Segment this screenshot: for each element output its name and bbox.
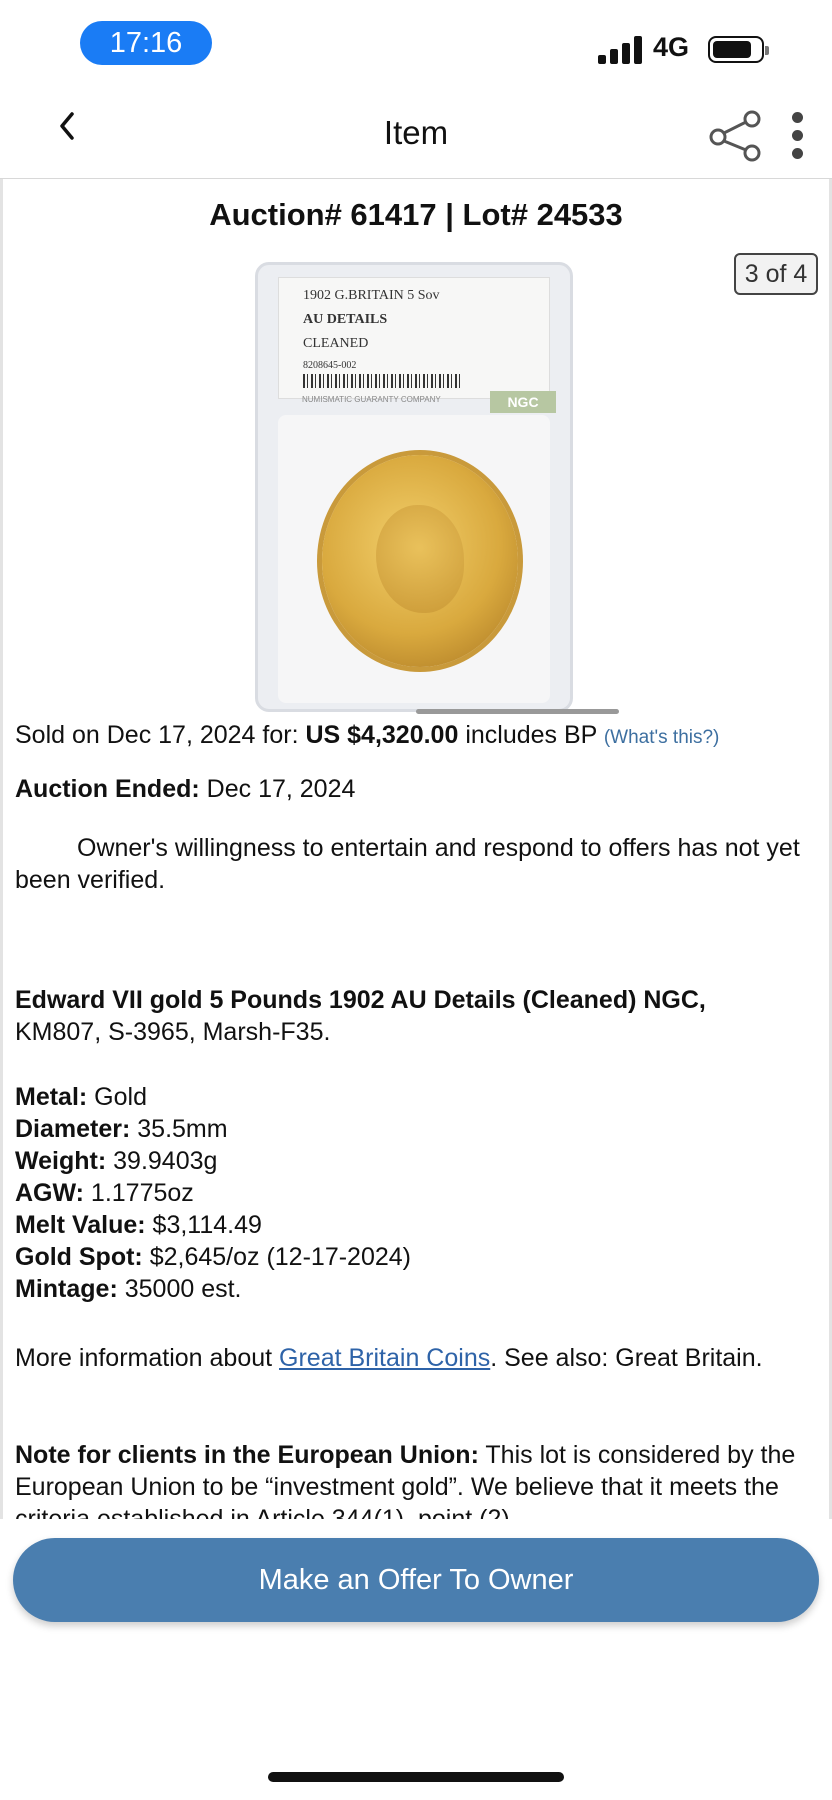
ngc-logo: NGC: [490, 391, 556, 413]
signal-icon: [598, 36, 644, 64]
lot-description-title: Edward VII gold 5 Pounds 1902 AU Details…: [15, 986, 706, 1014]
auction-lot-title: Auction# 61417 | Lot# 24533: [209, 197, 623, 232]
sold-price: US $4,320.00: [305, 721, 459, 749]
barcode: [303, 374, 463, 388]
network-type: 4G: [653, 32, 690, 62]
sold-prefix: Sold on Dec 17, 2024 for:: [15, 721, 306, 749]
slab-label-footer: NUMISMATIC GUARANTY COMPANY: [302, 395, 441, 404]
image-counter: 3 of 4: [734, 253, 818, 295]
bp-text: includes BP: [458, 721, 604, 749]
auction-ended-line: Auction Ended: Dec 17, 2024: [15, 773, 815, 805]
whats-this-link[interactable]: (What's this?): [604, 727, 720, 748]
coin-slab-image[interactable]: 1902 G.BRITAIN 5 Sov AU DETAILS CLEANED …: [255, 262, 573, 712]
spec-mintage: Mintage: 35000 est.: [15, 1275, 242, 1303]
auction-ended-value: Dec 17, 2024: [199, 775, 356, 803]
more-info-suffix: . See also: Great Britain.: [490, 1344, 763, 1372]
spec-weight: Weight: 39.9403g: [15, 1147, 218, 1175]
share-icon[interactable]: [708, 110, 764, 162]
more-info-line: More information about Great Britain Coi…: [15, 1342, 815, 1374]
spec-melt-value: Melt Value: $3,114.49: [15, 1211, 262, 1239]
image-scroll-indicator: [416, 709, 619, 714]
auction-ended-label: Auction Ended:: [15, 775, 200, 803]
spec-gold-spot: Gold Spot: $2,645/oz (12-17-2024): [15, 1243, 411, 1271]
great-britain-coins-link[interactable]: Great Britain Coins: [279, 1344, 490, 1372]
more-options-icon[interactable]: [786, 112, 808, 164]
slab-label-line3: CLEANED: [303, 336, 369, 351]
make-offer-button[interactable]: Make an Offer To Owner: [13, 1538, 819, 1622]
owner-note: Owner's willingness to entertain and res…: [15, 834, 800, 894]
specs-list: Metal: Gold Diameter: 35.5mm Weight: 39.…: [15, 1081, 815, 1305]
navigation-bar: Item: [0, 90, 832, 179]
eu-note: Note for clients in the European Union: …: [15, 1439, 815, 1519]
home-indicator[interactable]: [268, 1772, 564, 1782]
lot-description: Edward VII gold 5 Pounds 1902 AU Details…: [15, 984, 815, 1048]
slab-cert-number: 8208645-002: [303, 360, 357, 371]
slab-label-line2: AU DETAILS: [303, 312, 388, 327]
spec-agw: AGW: 1.1775oz: [15, 1179, 194, 1207]
status-time: 17:16: [80, 21, 212, 65]
status-bar: 17:16 4G: [0, 0, 832, 90]
spec-diameter: Diameter: 35.5mm: [15, 1115, 228, 1143]
more-info-prefix: More information about: [15, 1344, 280, 1372]
gold-coin: [322, 455, 518, 667]
battery-icon: [708, 36, 769, 63]
coin-well: [278, 415, 550, 703]
slab-label-line1: 1902 G.BRITAIN 5 Sov: [303, 288, 440, 303]
slab-label: 1902 G.BRITAIN 5 Sov AU DETAILS CLEANED …: [278, 277, 550, 399]
eu-note-label: Note for clients in the European Union:: [15, 1441, 479, 1469]
lot-references: KM807, S-3965, Marsh-F35.: [15, 1018, 331, 1046]
sold-line: Sold on Dec 17, 2024 for: US $4,320.00 i…: [15, 719, 815, 754]
item-content[interactable]: Auction# 61417 | Lot# 24533 3 of 4 1902 …: [0, 179, 832, 1519]
spec-metal: Metal: Gold: [15, 1083, 147, 1111]
